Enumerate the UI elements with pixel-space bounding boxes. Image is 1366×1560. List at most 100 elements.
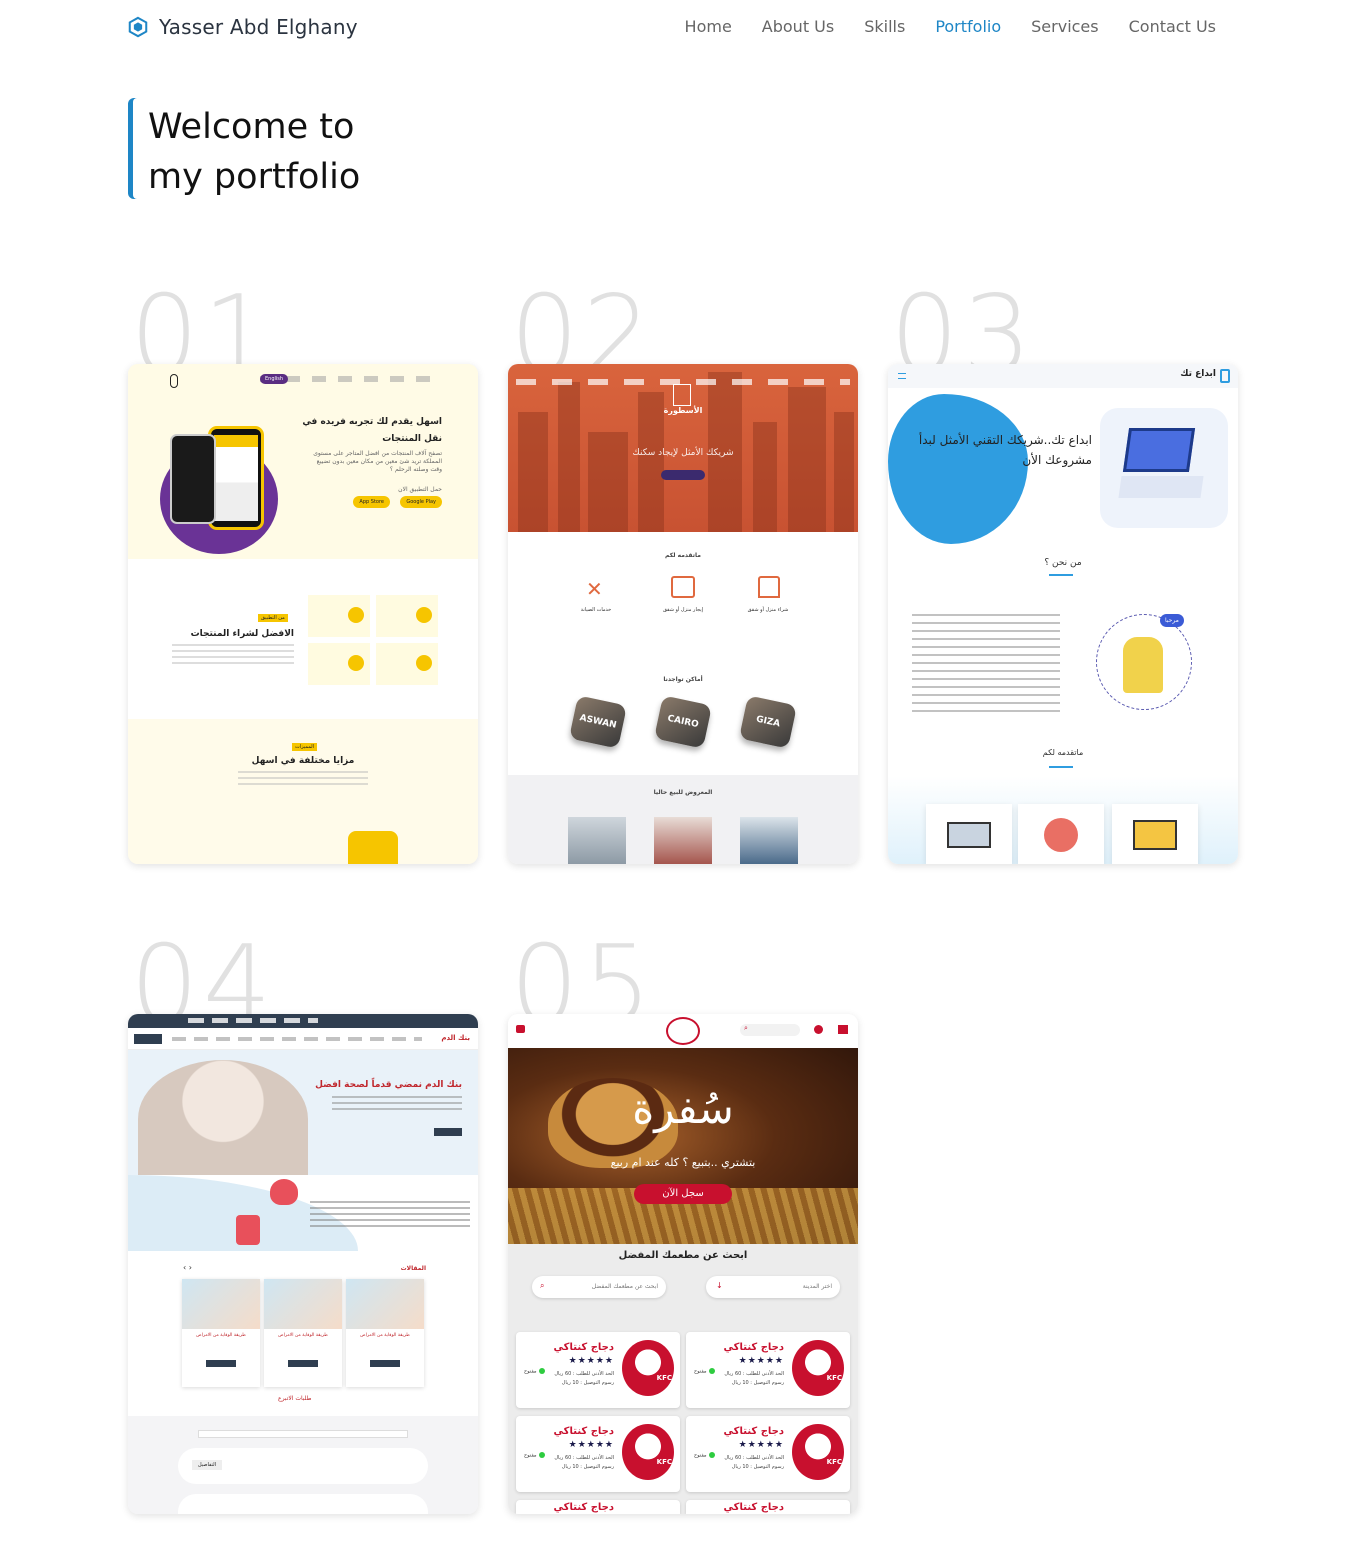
search-icon: ⌕: [540, 1281, 545, 1290]
card1-appstore-button[interactable]: App Store: [353, 496, 390, 508]
card3-bubble: مرحبا: [1160, 614, 1184, 627]
nav-services[interactable]: Services: [1031, 17, 1098, 36]
card5-restaurant-search[interactable]: ⌕ ابحث عن مطعمك المفضل: [532, 1276, 666, 1298]
card3-about-text: [912, 614, 1060, 714]
rating-stars-icon: ★★★★★: [738, 1356, 784, 1366]
kfc-logo-icon: [792, 1424, 844, 1480]
nav-home[interactable]: Home: [685, 17, 732, 36]
service-box-team[interactable]: [1112, 804, 1198, 864]
brand[interactable]: Yasser Abd Elghany: [127, 15, 358, 39]
project-card-01[interactable]: English اسهل يقدم لك تجربه فريده في نقل …: [128, 364, 478, 864]
project-card-03[interactable]: ابداع تك ابداع تك..شريكك التقني الأمثل ل…: [888, 364, 1238, 864]
menu-icon[interactable]: [898, 373, 906, 379]
card4-hero-text: [332, 1096, 462, 1110]
article-title: طريقة الوقاية من الامراض: [360, 1333, 410, 1338]
card2-hero: الأسطورة شريكك الأمثل لإيجاد سكنك: [508, 364, 858, 532]
project-card-05[interactable]: ⌕ سُفرة بتشتري ..بتبيع ؟ كله عند ام ربيع…: [508, 1014, 858, 1514]
article-more-button[interactable]: [370, 1360, 400, 1367]
card4-requests: التفاصيل: [128, 1416, 478, 1514]
brand-name: Yasser Abd Elghany: [159, 15, 358, 39]
card1-section3-text: [238, 771, 368, 789]
restaurant-info: الحد الأدنى للطلب : 60 ريال رسوم التوصيل …: [724, 1455, 784, 1470]
article-card[interactable]: طريقة الوقاية من الامراض: [182, 1279, 260, 1387]
kfc-logo-icon: [792, 1340, 844, 1396]
card5-search-title: ابحث عن مطعمك المفضل: [618, 1250, 748, 1261]
card1-logo-icon: [170, 374, 178, 388]
card2-hero-button[interactable]: [661, 470, 705, 480]
restaurant-card[interactable]: دجاج كنتاكي ★★★★★ الحد الأدنى للطلب : 60…: [516, 1332, 680, 1408]
site-header: Yasser Abd Elghany Home About Us Skills …: [0, 0, 1366, 58]
cube-logo-icon: [128, 16, 148, 38]
chevron-down-icon: ↓: [716, 1281, 723, 1290]
card4-nav-button[interactable]: [134, 1034, 162, 1044]
card5-hero-sub: بتشتري ..بتبيع ؟ كله عند ام ربيع: [610, 1156, 756, 1169]
nav-contact[interactable]: Contact Us: [1129, 17, 1216, 36]
card3-brand: ابداع تك: [1180, 369, 1216, 379]
project-card-04[interactable]: بنك الدم بنك الدم نمضي قدماً لصحة افضل ا…: [128, 1014, 478, 1514]
details-button[interactable]: التفاصيل: [192, 1460, 223, 1470]
card4-search-bar[interactable]: [198, 1430, 408, 1438]
article-card[interactable]: طريقة الوقاية من الامراض: [264, 1279, 342, 1387]
card4-topbar: [128, 1014, 478, 1028]
restaurant-card[interactable]: دجاج كنتاكي: [516, 1500, 680, 1514]
status-badge: مفتوح: [694, 1368, 715, 1375]
service-box-docs[interactable]: [1018, 804, 1104, 864]
article-card[interactable]: طريقة الوقاية من الامراض: [346, 1279, 424, 1387]
place-tile-cairo[interactable]: CAIRO: [653, 695, 713, 749]
card5-navbar: ⌕: [508, 1014, 858, 1048]
request-row[interactable]: [178, 1494, 428, 1514]
user-icon[interactable]: [814, 1025, 823, 1034]
listing-photo[interactable]: [740, 817, 798, 864]
card4-brand: بنك الدم: [441, 1034, 470, 1042]
card1-phone-back: [170, 434, 216, 524]
article-title: طريقة الوقاية من الامراض: [278, 1333, 328, 1338]
cart-icon[interactable]: [838, 1025, 848, 1034]
hero-title: Welcome to my portfolio: [148, 102, 360, 202]
card1-lang-button[interactable]: English: [260, 374, 289, 384]
card3-logo-icon: [1220, 369, 1230, 383]
card1-hero-title: اسهل يقدم لك تجربه فريده في نقل المنتجات: [302, 417, 442, 444]
card3-about-title: من نحن ؟: [1044, 558, 1082, 568]
card1-googleplay-button[interactable]: Google Play: [400, 496, 442, 508]
listing-photo[interactable]: [568, 817, 626, 864]
card3-services-title: ماتقدمه لكم: [1042, 748, 1084, 757]
status-badge: مفتوح: [694, 1452, 715, 1459]
card1-feature-tile: [308, 643, 370, 685]
article-more-button[interactable]: [206, 1360, 236, 1367]
restaurant-card[interactable]: دجاج كنتاكي ★★★★★ الحد الأدنى للطلب : 60…: [686, 1332, 850, 1408]
request-row[interactable]: التفاصيل: [178, 1448, 428, 1484]
card1-phone-image: [208, 426, 264, 530]
family-photo: [138, 1060, 308, 1178]
card5-city-select[interactable]: ↓ اختر المدينة: [706, 1276, 840, 1298]
hero-line-2: my portfolio: [148, 157, 361, 197]
nav-about[interactable]: About Us: [762, 17, 834, 36]
rent-icon: [671, 576, 695, 598]
card4-hero-button[interactable]: [434, 1128, 462, 1136]
menu-icon[interactable]: [516, 1025, 525, 1033]
nav-portfolio[interactable]: Portfolio: [935, 17, 1001, 36]
card1-phone-peek: [348, 831, 398, 864]
nav-skills[interactable]: Skills: [864, 17, 905, 36]
carousel-arrows-icon[interactable]: ‹ ›: [183, 1263, 192, 1272]
restaurant-card[interactable]: دجاج كنتاكي ★★★★★ الحد الأدنى للطلب : 60…: [516, 1416, 680, 1492]
card5-cta-button[interactable]: سجل الآن: [634, 1184, 732, 1204]
restaurant-info: الحد الأدنى للطلب : 60 ريال رسوم التوصيل …: [554, 1455, 614, 1470]
restaurant-card[interactable]: دجاج كنتاكي ★★★★★ الحد الأدنى للطلب : 60…: [686, 1416, 850, 1492]
place-tile-aswan[interactable]: ASWAN: [568, 695, 628, 749]
restaurant-card[interactable]: دجاج كنتاكي: [686, 1500, 850, 1514]
rating-stars-icon: ★★★★★: [738, 1440, 784, 1450]
main-nav: Home About Us Skills Portfolio Services …: [685, 17, 1216, 36]
service-box-cashier[interactable]: [926, 804, 1012, 864]
card4-more-link[interactable]: طلبات الاتبرع: [278, 1395, 311, 1402]
listing-photo[interactable]: [654, 817, 712, 864]
card1-section-products: من التطبيق الافضل لشراء المنتجات: [128, 559, 478, 719]
card5-search-input[interactable]: [740, 1024, 800, 1036]
card4-navbar: بنك الدم: [128, 1028, 478, 1050]
card2-places-title: أماكن تواجدنا: [663, 676, 703, 683]
divider: [1049, 766, 1073, 768]
place-tile-giza[interactable]: GIZA: [738, 695, 798, 749]
project-card-02[interactable]: الأسطورة شريكك الأمثل لإيجاد سكنك ماتقدم…: [508, 364, 858, 864]
article-more-button[interactable]: [288, 1360, 318, 1367]
card2-offers: المعروض للبيع حاليا: [508, 775, 858, 864]
kfc-logo-icon: [622, 1340, 674, 1396]
